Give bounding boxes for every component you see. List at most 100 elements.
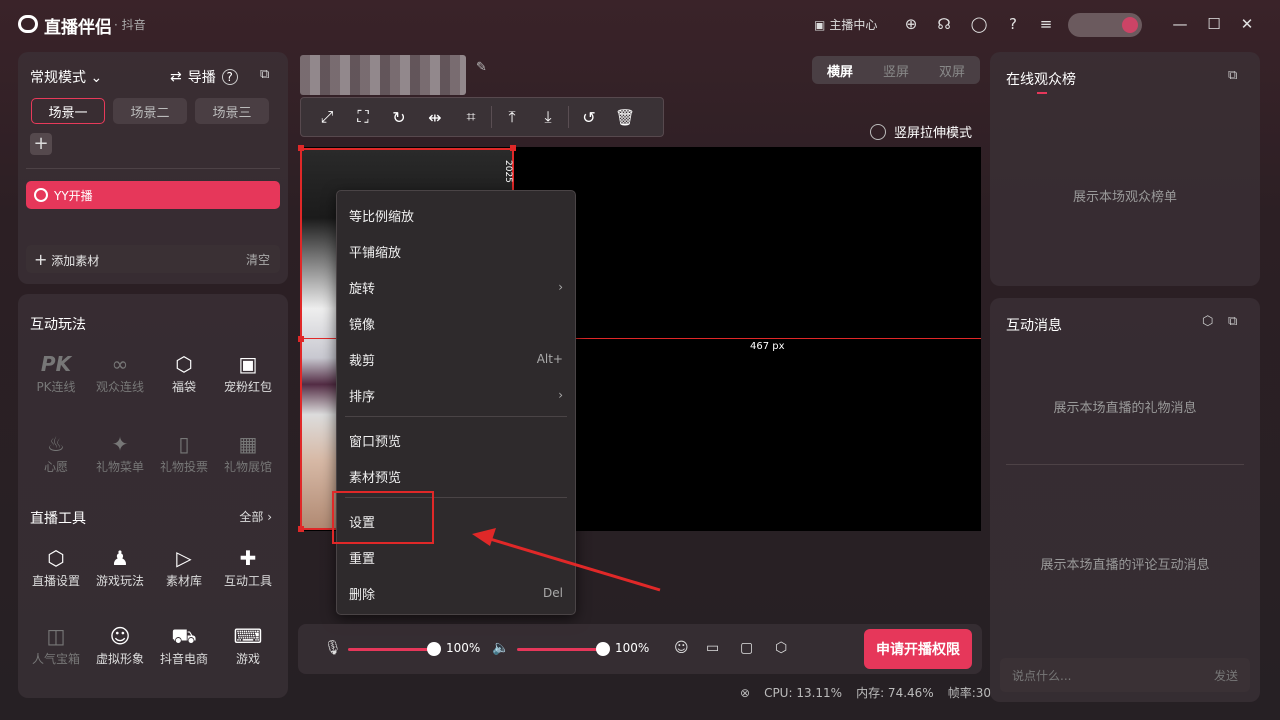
user-avatar[interactable] — [1068, 13, 1142, 37]
chevron-down-icon: ⌄ — [90, 70, 103, 86]
popout-icon[interactable]: ⧉ — [1228, 68, 1237, 83]
popout-icon[interactable]: ⧉ — [1228, 314, 1237, 329]
giftmenu-button[interactable]: ✦ 礼物菜单 — [88, 430, 152, 486]
rotate-icon[interactable]: ↻ — [381, 101, 417, 133]
fit-icon[interactable]: ⛶ — [345, 101, 381, 133]
app-logo-icon — [18, 15, 38, 33]
guide-label: 导播 — [187, 70, 216, 86]
chat-input[interactable]: 说点什么... 发送 — [1000, 658, 1250, 692]
audience-rank-panel: 在线观众榜 ⧉ 展示本场观众榜单 — [990, 52, 1260, 286]
stretch-mode-label: 竖屏拉伸模式 — [894, 126, 973, 141]
microphone-icon[interactable]: 🎙 — [324, 640, 342, 656]
interactive-tools-button[interactable]: ✚ 互动工具 — [216, 544, 280, 600]
mic-volume-knob[interactable] — [427, 642, 441, 656]
mirror-icon[interactable]: ⇹ — [417, 101, 453, 133]
canvas-toolbar: ⤢ ⛶ ↻ ⇹ ⌗ ⤒ ⤓ ↺ 🗑 — [300, 97, 664, 137]
host-center-button[interactable]: ▣ 主播中心 — [814, 16, 877, 33]
vote-icon: ▯ — [178, 432, 190, 456]
ecommerce-button[interactable]: ⛟ 抖音电商 — [152, 622, 216, 678]
maximize-icon[interactable]: ☐ — [1204, 14, 1224, 34]
orientation-landscape[interactable]: 横屏 — [827, 61, 853, 80]
mic-volume-slider[interactable] — [348, 648, 434, 651]
resize-handle[interactable] — [298, 526, 304, 532]
orientation-portrait[interactable]: 竖屏 — [883, 61, 909, 80]
menu-item-shortcut: Alt+ — [536, 352, 563, 366]
pk-label: PK连线 — [36, 380, 76, 394]
close-icon[interactable]: ✕ — [1237, 14, 1257, 34]
speaker-volume-slider[interactable] — [517, 648, 603, 651]
settings-icon[interactable]: ⬡ — [1202, 314, 1213, 329]
all-tools-link[interactable]: 全部 › — [239, 508, 272, 525]
resize-handle[interactable] — [510, 145, 516, 151]
beauty-icon[interactable]: ☺ — [674, 640, 689, 656]
move-bottom-icon[interactable]: ⤓ — [530, 101, 566, 133]
settings-icon[interactable]: ⬡ — [775, 640, 787, 656]
speaker-icon[interactable]: 🔈 — [492, 640, 509, 656]
game-button[interactable]: ⌨ 游戏 — [216, 622, 280, 678]
stretch-mode-toggle[interactable]: 竖屏拉伸模式 — [870, 122, 972, 141]
audience-link-button[interactable]: ∞ 观众连线 — [88, 350, 152, 406]
fullscreen-icon[interactable]: ⤢ — [309, 101, 345, 133]
move-top-icon[interactable]: ⤒ — [494, 101, 530, 133]
live-settings-button[interactable]: ⬡ 直播设置 — [24, 544, 88, 600]
resize-handle[interactable] — [298, 336, 304, 342]
popout-icon[interactable]: ⧉ — [260, 67, 269, 82]
resize-handle[interactable] — [298, 145, 304, 151]
game-play-button[interactable]: ♟ 游戏玩法 — [88, 544, 152, 600]
crop-icon[interactable]: ⌗ — [453, 101, 489, 133]
send-button[interactable]: 发送 — [1214, 667, 1238, 684]
add-material-button[interactable]: + 添加素材 — [34, 250, 99, 269]
trash-icon[interactable]: 🗑 — [607, 101, 643, 133]
luckybag-button[interactable]: ⬡ 福袋 — [152, 350, 216, 406]
app-subtitle: · 抖音 — [114, 18, 146, 32]
tab-scene-3[interactable]: 场景三 — [195, 98, 269, 124]
pk-icon: PK — [40, 352, 72, 376]
chat-icon[interactable]: ◯ — [969, 14, 989, 34]
menu-item-window-preview[interactable]: 窗口预览 — [337, 422, 575, 458]
add-scene-button[interactable]: + — [30, 133, 52, 155]
redpacket-label: 宠粉红包 — [223, 380, 272, 394]
menu-item-label: 窗口预览 — [349, 434, 402, 450]
chat-placeholder: 说点什么... — [1012, 668, 1072, 683]
screen-cast-icon[interactable]: ▭ — [706, 640, 719, 656]
virtual-avatar-button[interactable]: ☺ 虚拟形象 — [88, 622, 152, 678]
chest-button[interactable]: ◫ 人气宝箱 — [24, 622, 88, 678]
source-item[interactable]: YY开播 — [26, 181, 280, 209]
redpacket-button[interactable]: ▣ 宠粉红包 — [216, 350, 280, 406]
apply-live-permission-button[interactable]: 申请开播权限 — [864, 629, 972, 669]
clear-button[interactable]: 清空 — [246, 251, 270, 268]
pk-link-button[interactable]: PK PK连线 — [24, 350, 88, 406]
menu-item-proportional-scale[interactable]: 等比例缩放 — [337, 197, 575, 233]
menu-item-material-preview[interactable]: 素材预览 — [337, 458, 575, 494]
minimize-icon[interactable]: — — [1170, 14, 1190, 34]
menu-icon[interactable]: ≡ — [1036, 14, 1056, 34]
speaker-volume-knob[interactable] — [596, 642, 610, 656]
menu-item-crop[interactable]: 裁剪 Alt+ — [337, 341, 575, 377]
plus-icon: + — [34, 249, 48, 269]
mode-selector[interactable]: 常规模式 ⌄ — [30, 67, 102, 87]
headset-icon[interactable]: ☊ — [934, 14, 954, 34]
mic-volume-value: 100% — [446, 641, 481, 655]
edit-icon[interactable]: ✎ — [476, 60, 487, 75]
gallery-button[interactable]: ▦ 礼物展馆 — [216, 430, 280, 486]
library-button[interactable]: ▷ 素材库 — [152, 544, 216, 600]
vote-button[interactable]: ▯ 礼物投票 — [152, 430, 216, 486]
menu-item-rotate[interactable]: 旋转 › — [337, 269, 575, 305]
tab-scene-2[interactable]: 场景二 — [113, 98, 187, 124]
help-icon[interactable]: ? — [221, 69, 238, 85]
help-icon[interactable]: ? — [1003, 14, 1023, 34]
chevron-right-icon: › — [267, 510, 272, 524]
menu-item-mirror[interactable]: 镜像 — [337, 305, 575, 341]
menu-item-order[interactable]: 排序 › — [337, 377, 575, 413]
link-icon: ∞ — [111, 352, 129, 376]
comment-empty-text: 展示本场直播的评论互动消息 — [1040, 558, 1210, 573]
upload-icon[interactable]: ⊕ — [901, 14, 921, 34]
interactive-messages-panel: 互动消息 ⬡ ⧉ 展示本场直播的礼物消息 展示本场直播的评论互动消息 说点什么.… — [990, 298, 1260, 702]
tab-scene-1[interactable]: 场景一 — [31, 98, 105, 124]
menu-item-tile-scale[interactable]: 平铺缩放 — [337, 233, 575, 269]
guide-button[interactable]: ⇄ 导播 ? — [170, 67, 238, 87]
undo-icon[interactable]: ↺ — [571, 101, 607, 133]
wish-button[interactable]: ♨ 心愿 — [24, 430, 88, 486]
orientation-dual[interactable]: 双屏 — [939, 61, 965, 80]
camera-icon[interactable]: ▢ — [740, 640, 753, 656]
